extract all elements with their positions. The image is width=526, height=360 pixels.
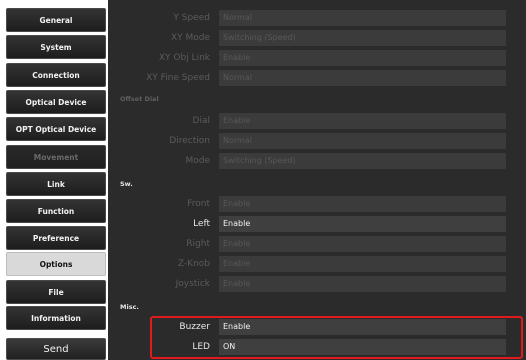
nav-general-button[interactable]: General xyxy=(6,8,106,32)
mode-field[interactable]: Switching (Speed) xyxy=(219,153,506,169)
left-row: Left Enable xyxy=(108,215,526,233)
direction-field[interactable]: Normal xyxy=(219,133,506,149)
front-field[interactable]: Enable xyxy=(219,196,506,212)
dial-field[interactable]: Enable xyxy=(219,113,506,129)
left-field[interactable]: Enable xyxy=(219,216,506,232)
left-label: Left xyxy=(193,219,210,229)
front-label: Front xyxy=(187,199,210,209)
right-label: Right xyxy=(186,239,210,249)
nav-preference-button[interactable]: Preference xyxy=(6,226,106,250)
xy-obj-link-label: XY Obj Link xyxy=(158,53,210,63)
xy-fine-speed-label: XY Fine Speed xyxy=(146,73,210,83)
nav-file-button[interactable]: File xyxy=(6,280,106,304)
offset-dial-heading: Offset Dial xyxy=(120,95,159,103)
xy-mode-label: XY Mode xyxy=(170,33,210,43)
buzzer-row: Buzzer Enable xyxy=(108,318,526,336)
mode-label: Mode xyxy=(185,156,210,166)
led-row: LED ON xyxy=(108,338,526,356)
z-knob-field[interactable]: Enable xyxy=(219,256,506,272)
direction-label: Direction xyxy=(169,136,210,146)
direction-row: Direction Normal xyxy=(108,132,526,150)
xy-mode-field[interactable]: Switching (Speed) xyxy=(219,30,506,46)
dial-row: Dial Enable xyxy=(108,112,526,130)
y-speed-row: Y Speed Normal xyxy=(108,9,526,27)
xy-fine-speed-row: XY Fine Speed Normal xyxy=(108,69,526,87)
z-knob-label: Z-Knob xyxy=(177,259,210,269)
buzzer-label: Buzzer xyxy=(179,322,210,332)
xy-mode-row: XY Mode Switching (Speed) xyxy=(108,29,526,47)
z-knob-row: Z-Knob Enable xyxy=(108,255,526,273)
nav-link-button[interactable]: Link xyxy=(6,172,106,196)
front-row: Front Enable xyxy=(108,195,526,213)
right-field[interactable]: Enable xyxy=(219,236,506,252)
nav-connection-button[interactable]: Connection xyxy=(6,63,106,87)
xy-obj-link-field[interactable]: Enable xyxy=(219,50,506,66)
dial-label: Dial xyxy=(192,116,210,126)
joystick-label: Joystick xyxy=(175,279,210,289)
joystick-field[interactable]: Enable xyxy=(219,276,506,292)
buzzer-field[interactable]: Enable xyxy=(219,319,506,335)
led-field[interactable]: ON xyxy=(219,339,506,355)
nav-options-button[interactable]: Options xyxy=(6,252,106,276)
nav-system-button[interactable]: System xyxy=(6,35,106,59)
y-speed-field[interactable]: Normal xyxy=(219,10,506,26)
send-button[interactable]: Send xyxy=(6,338,106,360)
xy-fine-speed-field[interactable]: Normal xyxy=(219,70,506,86)
right-row: Right Enable xyxy=(108,235,526,253)
y-speed-label: Y Speed xyxy=(173,13,210,23)
options-panel: Y Speed Normal XY Mode Switching (Speed)… xyxy=(108,0,526,360)
nav-optical-device-button[interactable]: Optical Device xyxy=(6,90,106,114)
settings-window: General System Connection Optical Device… xyxy=(0,0,526,360)
joystick-row: Joystick Enable xyxy=(108,275,526,293)
misc-heading: Misc. xyxy=(120,303,139,311)
sw-heading: Sw. xyxy=(120,180,133,188)
led-label: LED xyxy=(192,342,210,352)
xy-obj-link-row: XY Obj Link Enable xyxy=(108,49,526,67)
nav-opt-optical-device-button[interactable]: OPT Optical Device xyxy=(6,117,106,141)
sidebar: General System Connection Optical Device… xyxy=(0,0,108,360)
nav-function-button[interactable]: Function xyxy=(6,199,106,223)
nav-movement-button[interactable]: Movement xyxy=(6,145,106,169)
mode-row: Mode Switching (Speed) xyxy=(108,152,526,170)
nav-information-button[interactable]: Information xyxy=(6,306,106,330)
